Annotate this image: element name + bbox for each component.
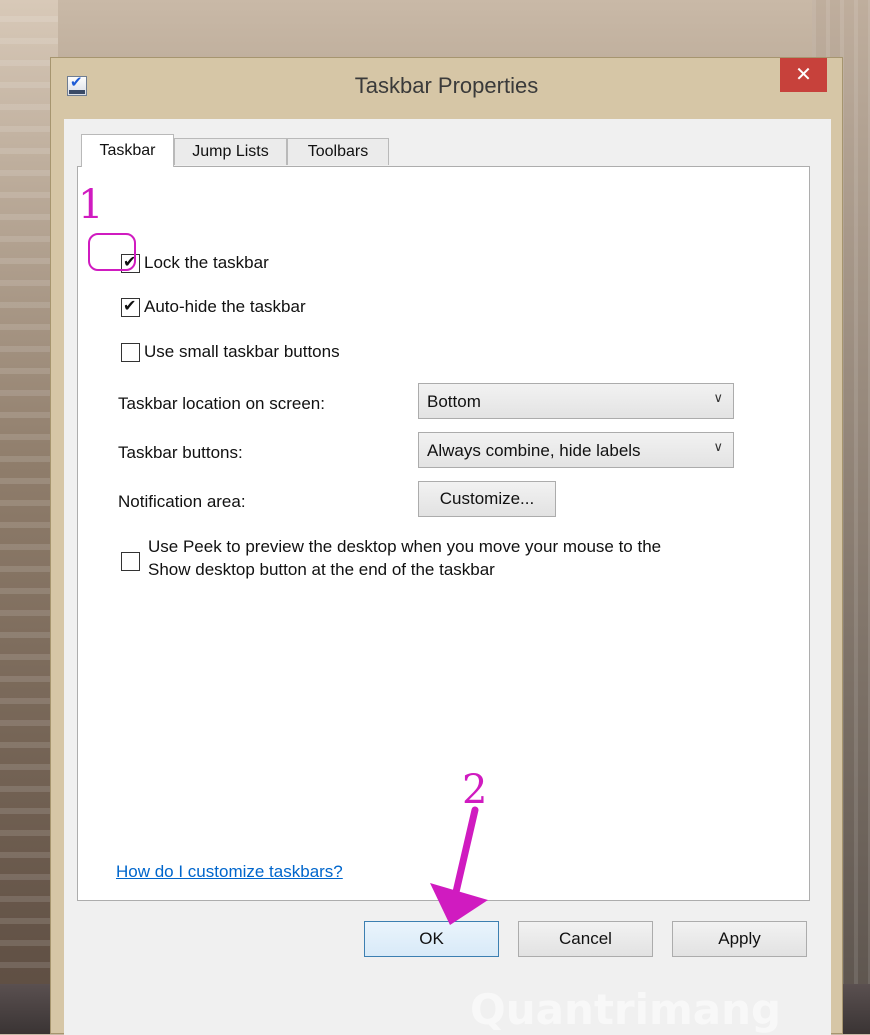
cancel-button[interactable]: Cancel — [518, 921, 653, 957]
chevron-down-icon: ∨ — [713, 391, 723, 406]
title-bar[interactable]: ✔ Taskbar Properties ✕ — [51, 58, 842, 118]
location-dropdown[interactable]: Bottom ∨ — [418, 383, 734, 419]
arrow-pointer-icon — [430, 806, 488, 925]
checkmark-icon: ✔ — [123, 296, 137, 315]
taskbar-buttons-value: Always combine, hide labels — [427, 441, 641, 460]
step-2-annotation: 2 — [462, 767, 488, 813]
peek-label-line2[interactable]: Show desktop button at the end of the ta… — [148, 560, 495, 580]
step-1-annotation: 1 — [78, 182, 104, 228]
small-buttons-checkbox[interactable] — [121, 343, 140, 362]
watermark-logo: Quantrimang — [470, 985, 782, 1033]
close-button[interactable]: ✕ — [780, 58, 827, 92]
apply-button[interactable]: Apply — [672, 921, 807, 957]
chevron-down-icon: ∨ — [713, 440, 723, 455]
customize-button[interactable]: Customize... — [418, 481, 556, 517]
notification-area-label: Notification area: — [118, 492, 246, 511]
location-value: Bottom — [427, 392, 481, 411]
taskbar-buttons-label: Taskbar buttons: — [118, 443, 243, 462]
peek-label-line1[interactable]: Use Peek to preview the desktop when you… — [148, 537, 661, 557]
taskbar-buttons-dropdown[interactable]: Always combine, hide labels ∨ — [418, 432, 734, 468]
location-label: Taskbar location on screen: — [118, 394, 325, 413]
taskbar-tab-panel: ✔ Lock the taskbar ✔ Auto-hide the taskb… — [77, 166, 810, 901]
help-link[interactable]: How do I customize taskbars? — [116, 862, 343, 882]
auto-hide-highlight-circle — [88, 233, 136, 271]
window-title: Taskbar Properties — [354, 73, 539, 98]
lock-taskbar-label[interactable]: Lock the taskbar — [144, 253, 269, 273]
tab-taskbar[interactable]: Taskbar — [81, 134, 174, 167]
peek-checkbox[interactable] — [121, 552, 140, 571]
small-buttons-label[interactable]: Use small taskbar buttons — [144, 342, 340, 362]
tab-toolbars[interactable]: Toolbars — [287, 138, 389, 165]
tab-jump-lists[interactable]: Jump Lists — [174, 138, 287, 165]
auto-hide-label[interactable]: Auto-hide the taskbar — [144, 297, 306, 317]
auto-hide-checkbox[interactable]: ✔ — [121, 296, 140, 317]
